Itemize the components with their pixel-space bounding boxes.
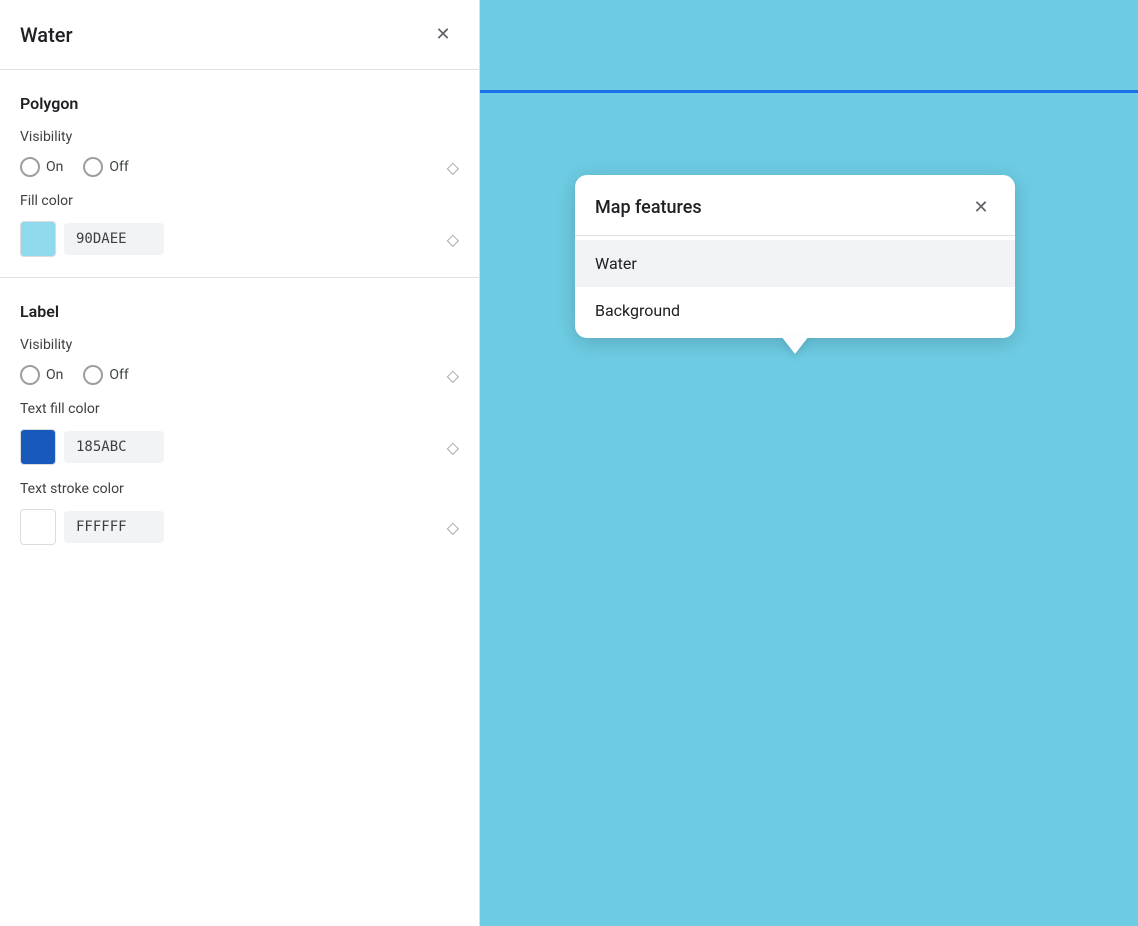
label-off-radio-circle [83,365,103,385]
panel-header: Water ✕ [0,0,479,70]
label-off-label: Off [109,367,128,383]
polygon-fill-color-diamond-icon[interactable]: ◇ [447,230,459,249]
popup-item-water[interactable]: Water [575,240,1015,287]
map-features-popup: Map features ✕ Water Background [575,175,1015,338]
label-text-fill-color-diamond-icon[interactable]: ◇ [447,438,459,457]
polygon-section-title: Polygon [20,94,459,113]
label-text-stroke-color-label: Text stroke color [20,481,459,497]
polygon-on-radio[interactable]: On [20,157,63,177]
polygon-fill-color-swatch[interactable] [20,221,56,257]
label-off-radio[interactable]: Off [83,365,128,385]
label-section: Label Visibility On Off ◇ Text fill colo… [0,278,479,565]
polygon-on-label: On [46,159,63,175]
map-panel[interactable]: Map features ✕ Water Background [480,0,1138,926]
label-text-stroke-color-row: FFFFFF ◇ [20,509,459,545]
popup-header: Map features ✕ [575,175,1015,236]
polygon-section: Polygon Visibility On Off ◇ Fill color 9… [0,70,479,278]
polygon-off-radio-circle [83,157,103,177]
polygon-visibility-label: Visibility [20,129,459,145]
popup-item-background-label: Background [595,301,680,320]
polygon-fill-color-row: 90DAEE ◇ [20,221,459,257]
popup-title: Map features [595,197,702,218]
label-text-stroke-color-diamond-icon[interactable]: ◇ [447,518,459,537]
label-visibility-label: Visibility [20,337,459,353]
label-on-radio-circle [20,365,40,385]
panel-close-button[interactable]: ✕ [427,19,459,51]
label-text-fill-color-label: Text fill color [20,401,459,417]
popup-list: Water Background [575,236,1015,338]
popup-item-water-label: Water [595,254,637,273]
polygon-on-radio-circle [20,157,40,177]
label-text-fill-color-value[interactable]: 185ABC [64,431,164,463]
polygon-fill-color-value[interactable]: 90DAEE [64,223,164,255]
label-visibility-diamond-icon[interactable]: ◇ [447,366,459,385]
label-text-fill-color-row: 185ABC ◇ [20,429,459,465]
label-visibility-radio-row: On Off ◇ [20,365,459,385]
popup-item-background[interactable]: Background [575,287,1015,334]
label-on-label: On [46,367,63,383]
label-section-title: Label [20,302,459,321]
label-text-fill-color-swatch[interactable] [20,429,56,465]
label-on-radio[interactable]: On [20,365,63,385]
label-text-stroke-color-value[interactable]: FFFFFF [64,511,164,543]
polygon-off-label: Off [109,159,128,175]
polygon-visibility-radio-row: On Off ◇ [20,157,459,177]
popup-close-button[interactable]: ✕ [967,193,995,221]
map-blue-line [480,90,1138,93]
left-panel: Water ✕ Polygon Visibility On Off ◇ Fill… [0,0,480,926]
polygon-off-radio[interactable]: Off [83,157,128,177]
polygon-fill-color-label: Fill color [20,193,459,209]
label-text-stroke-color-swatch[interactable] [20,509,56,545]
polygon-visibility-diamond-icon[interactable]: ◇ [447,158,459,177]
panel-title: Water [20,23,73,47]
